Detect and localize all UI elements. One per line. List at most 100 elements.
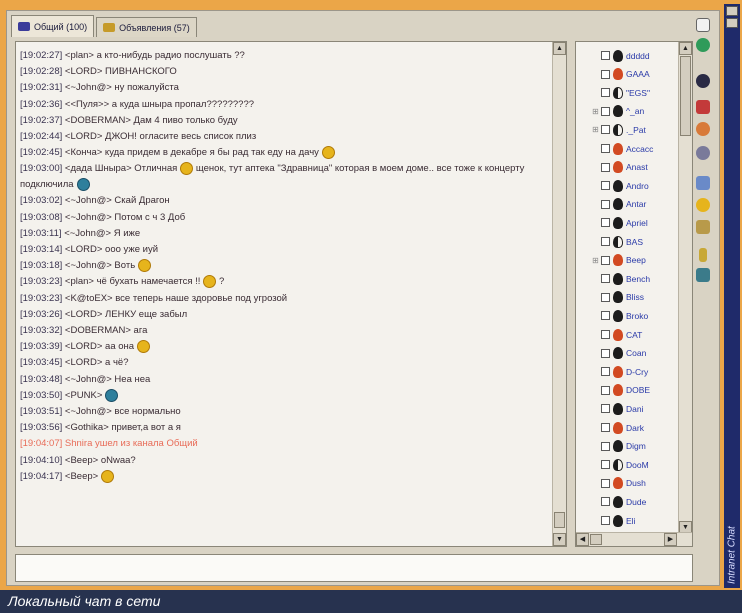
user-checkbox[interactable] [601,106,610,116]
user-list-item[interactable]: Bench [576,271,676,286]
user-status-icon [613,402,623,415]
user-list-item[interactable]: "EGS" [576,85,676,100]
message-timestamp: [19:02:36] [20,98,63,110]
chat-message: [19:03:50] <PUNK> [20,388,550,404]
user-list-scrollbar[interactable]: ▲ ▼ [678,42,692,534]
user-list-item[interactable]: ddddd [576,48,676,63]
user-checkbox[interactable] [601,404,610,414]
user-checkbox[interactable] [601,162,610,172]
user-list-item[interactable]: DOBE [576,383,676,398]
user-status-icon [613,328,623,341]
user-checkbox[interactable] [601,181,610,191]
user-checkbox[interactable] [601,255,610,265]
user-checkbox[interactable] [601,478,610,488]
message-timestamp: [19:03:26] [20,308,63,320]
user-list-item[interactable]: Dush [576,476,676,491]
user-checkbox[interactable] [601,144,610,153]
user-list-item[interactable]: Dark [576,420,676,435]
chat-message: [19:03:14] <LORD> ооо уже иуй [20,242,550,258]
user-checkbox[interactable] [601,385,610,395]
smile-icon[interactable] [696,198,710,212]
user-checkbox[interactable] [601,423,610,432]
user-checkbox[interactable] [601,441,610,451]
user-checkbox[interactable] [601,69,610,79]
user-checkbox[interactable] [601,199,610,209]
user-list-item[interactable]: Ассасс [576,141,676,156]
smiley-icon [137,340,151,354]
user-checkbox[interactable] [601,274,610,284]
user-list-item[interactable]: Apriel [576,215,676,230]
user-checkbox[interactable] [601,516,610,525]
user-list-item[interactable]: Dani [576,401,676,416]
scroll-down-button[interactable]: ▼ [553,533,566,546]
user-list-item[interactable]: ⊞ ._Pat [576,122,676,137]
tab-announcements[interactable]: Объявления (57) [96,17,197,37]
user-status-icon [613,198,623,211]
user-checkbox[interactable] [601,292,610,302]
user-checkbox[interactable] [601,218,610,228]
user-checkbox[interactable] [601,460,610,470]
user-checkbox[interactable] [601,311,610,321]
user-list-item[interactable]: Andro [576,178,676,193]
user-list-item[interactable]: Bliss [576,290,676,305]
chat-scrollbar[interactable]: ▲ ▼ [552,42,566,546]
chat-log[interactable]: [19:02:27] <plan> а кто-нибудь радио пос… [15,41,567,547]
user-list-item[interactable]: DooM [576,457,676,472]
user-checkbox[interactable] [601,125,610,135]
user-list[interactable]: ddddd GAAA "EGS" ⊞ ^_an ⊞ ._Pat Ассасс Anast Andr… [575,41,693,547]
chat-message: [19:03:02] <~John@> Скай Драгон [20,193,550,209]
user-status-icon [613,235,623,248]
scroll-left-button[interactable]: ◀ [576,533,589,546]
user-list-item[interactable]: ⊞ ^_an [576,104,676,119]
key-icon[interactable] [699,248,707,262]
user-list-item[interactable]: Anast [576,160,676,175]
document-icon[interactable] [696,18,710,32]
user-status-icon [613,291,623,304]
user-checkbox[interactable] [601,367,610,377]
scroll-up-button[interactable]: ▲ [553,42,566,55]
scroll-thumb[interactable] [680,56,691,136]
scroll-thumb[interactable] [554,512,565,528]
user-list-item[interactable]: GAAA [576,67,676,82]
chat-message: [19:04:10] <Beep> oNwaa? [20,453,550,469]
user-checkbox[interactable] [601,51,610,60]
message-text: <~John@> Скай Драгон [62,195,170,207]
users-icon[interactable] [696,268,710,282]
h-scroll-thumb[interactable] [590,534,602,545]
user-name: BAS [626,236,644,247]
user-list-item[interactable]: Dude [576,494,676,509]
message-text: <LORD> ДЖОН! огласите весь список плиз [62,131,257,143]
user-checkbox[interactable] [601,330,610,339]
user-name: Broko [626,310,649,321]
user-checkbox[interactable] [601,348,610,358]
tab-general[interactable]: Общий (100) [11,15,95,37]
user-checkbox[interactable] [601,88,610,98]
scroll-up-button[interactable]: ▲ [679,42,692,55]
user-list-hscrollbar[interactable]: ◀ ▶ [576,532,692,546]
folder-icon[interactable] [696,220,710,234]
window-icon[interactable] [696,176,710,190]
link-icon[interactable] [696,146,710,160]
user-list-item[interactable]: Antar [576,197,676,212]
user-checkbox[interactable] [601,497,610,507]
user-icon[interactable] [696,74,710,88]
user-orange-icon[interactable] [696,122,710,136]
message-timestamp: [19:03:00] [20,163,63,175]
user-list-item[interactable]: D-Cry [576,364,676,379]
close-button[interactable] [726,18,738,28]
user-list-item[interactable]: Digm [576,439,676,454]
user-red-icon[interactable] [696,100,710,114]
user-list-item[interactable]: Broko [576,308,676,323]
user-list-item[interactable]: Coan [576,346,676,361]
user-list-item[interactable]: BAS [576,234,676,249]
message-input[interactable] [15,554,693,582]
user-name: Coan [626,348,647,359]
user-list-item[interactable]: CAT [576,327,676,342]
user-list-item[interactable]: Eli [576,513,676,528]
user-list-item[interactable]: ⊞ Beep [576,253,676,268]
message-text: <~John@> все нормально [62,406,181,418]
minimize-button[interactable] [726,6,738,16]
refresh-icon[interactable] [696,38,710,52]
user-checkbox[interactable] [601,237,610,246]
scroll-right-button[interactable]: ▶ [664,533,677,546]
